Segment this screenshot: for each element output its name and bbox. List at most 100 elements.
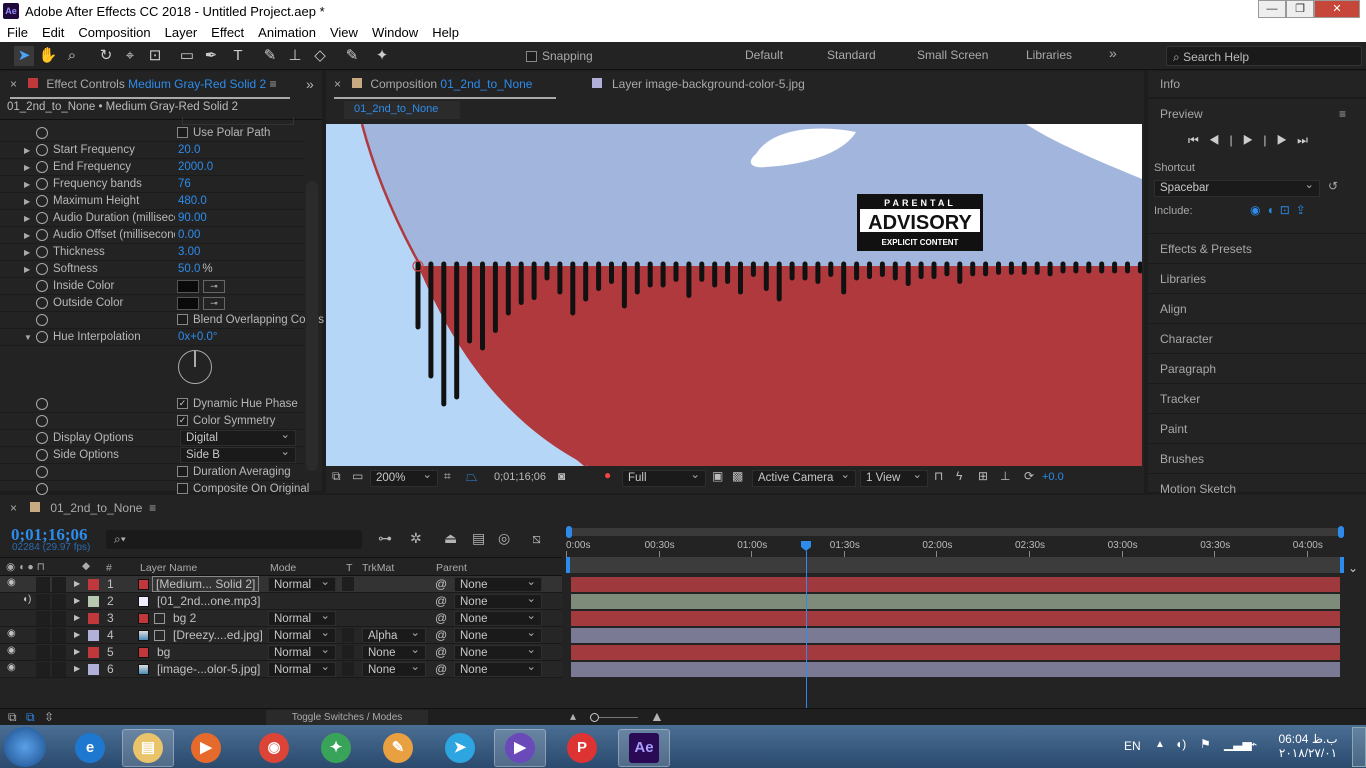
always-preview-icon[interactable]: ⧉: [332, 469, 341, 484]
panel-libraries[interactable]: Libraries: [1148, 264, 1366, 294]
taskbar-app-pitch[interactable]: P: [556, 729, 608, 767]
layer-label-color[interactable]: [88, 579, 99, 590]
stopwatch-icon[interactable]: [36, 483, 48, 495]
layer-name[interactable]: [Medium... Solid 2]: [151, 576, 260, 592]
flowchart-icon[interactable]: ⊥: [1000, 469, 1010, 483]
render-range[interactable]: [566, 557, 1344, 573]
panel-paint[interactable]: Paint: [1148, 414, 1366, 444]
expand-layer-triangle-icon[interactable]: ▶: [74, 579, 80, 588]
menu-view[interactable]: View: [323, 25, 365, 40]
effect-scrollbar[interactable]: [306, 181, 318, 471]
stopwatch-icon[interactable]: [36, 246, 48, 258]
parent-pickwhip-icon[interactable]: @: [435, 645, 447, 659]
zoom-slider[interactable]: [590, 713, 638, 722]
show-desktop-button[interactable]: [1352, 727, 1366, 767]
taskbar-app-telegram[interactable]: ➤: [434, 729, 486, 767]
exposure-reset-icon[interactable]: ⟳: [1024, 469, 1034, 483]
layer-label-color[interactable]: [88, 630, 99, 641]
stopwatch-icon[interactable]: [36, 331, 48, 343]
graph-editor-icon[interactable]: ⧅: [532, 530, 541, 547]
snapshot-icon[interactable]: ◙: [558, 469, 565, 483]
solo-switch[interactable]: [36, 594, 50, 609]
stopwatch-icon[interactable]: [36, 127, 48, 139]
comp-nav-subtab[interactable]: 01_2nd_to_None: [344, 101, 460, 119]
parent-select[interactable]: None: [454, 575, 542, 592]
zoom-out-icon[interactable]: ▴: [570, 709, 576, 723]
channel-icon[interactable]: ●: [604, 468, 611, 482]
taskbar-app-media-player[interactable]: ▶: [180, 729, 232, 767]
expand-triangle-icon[interactable]: ▶: [24, 197, 30, 206]
selection-tool-icon[interactable]: ➤: [14, 46, 34, 66]
eyedropper-icon[interactable]: ⊸: [203, 280, 225, 293]
expand-layer-triangle-icon[interactable]: ▶: [74, 613, 80, 622]
visibility-eye-icon[interactable]: ◉: [7, 577, 16, 588]
taskbar-app-after-effects[interactable]: Ae: [618, 729, 670, 767]
panel-brushes[interactable]: Brushes: [1148, 444, 1366, 474]
panel-motion-sketch[interactable]: Motion Sketch: [1148, 474, 1366, 496]
expand-triangle-icon[interactable]: ▶: [24, 163, 30, 172]
expand-triangle-icon[interactable]: ▶: [24, 248, 30, 257]
signal-icon[interactable]: ▁▃▅: [1224, 737, 1252, 751]
parent-select[interactable]: None: [454, 643, 542, 660]
expand-triangle-icon[interactable]: ▶: [24, 231, 30, 240]
preserve-transparency-switch[interactable]: [342, 628, 354, 642]
stopwatch-icon[interactable]: [36, 466, 48, 478]
pan-behind-tool-icon[interactable]: ⊡: [145, 46, 165, 66]
composition-viewer[interactable]: PARENTAL ADVISORY EXPLICIT CONTENT: [326, 124, 1142, 466]
property-select[interactable]: Side B: [180, 445, 296, 463]
parent-pickwhip-icon[interactable]: @: [435, 611, 447, 625]
tab-composition[interactable]: × Composition 01_2nd_to_None: [334, 77, 556, 99]
property-checkbox[interactable]: Use Polar Path: [177, 127, 270, 139]
eyedropper-icon[interactable]: ⊸: [203, 297, 225, 310]
parent-pickwhip-icon[interactable]: @: [435, 577, 447, 591]
property-checkbox[interactable]: ✓ Dynamic Hue Phase: [177, 398, 298, 410]
pen-tool-icon[interactable]: ✒: [201, 46, 221, 66]
rectangle-tool-icon[interactable]: ▭: [177, 46, 197, 66]
layer-name[interactable]: [01_2nd...one.mp3]: [157, 594, 260, 608]
comp-button-icon[interactable]: ⌄: [1348, 561, 1358, 575]
maximize-button[interactable]: ❐: [1286, 0, 1314, 18]
stopwatch-icon[interactable]: [36, 415, 48, 427]
solo-switch[interactable]: [36, 645, 50, 660]
taskbar-app-file-explorer[interactable]: ▤: [122, 729, 174, 767]
property-select[interactable]: Digital: [180, 428, 296, 446]
expand-triangle-icon[interactable]: ▶: [24, 265, 30, 274]
layer-row[interactable]: ▶ 3 bg 2 Normal @ None: [0, 609, 562, 627]
monitor-icon[interactable]: ▭: [352, 469, 363, 483]
lock-switch[interactable]: [52, 662, 66, 677]
clock[interactable]: 06:04 ب.ظ ۲۰۱۸/۲۷/۰۱: [1276, 732, 1340, 760]
tab-layer[interactable]: Layer image-background-color-5.jpg: [592, 77, 805, 91]
panel-align[interactable]: Align: [1148, 294, 1366, 324]
pixel-aspect-icon[interactable]: ⊓: [934, 469, 943, 483]
taskbar-app-chrome[interactable]: ◉: [248, 729, 300, 767]
parent-pickwhip-icon[interactable]: @: [435, 628, 447, 642]
zoom-tool-icon[interactable]: ⌕: [62, 46, 82, 66]
roto-brush-tool-icon[interactable]: ✎: [342, 46, 362, 66]
stopwatch-icon[interactable]: [36, 161, 48, 173]
parent-pickwhip-icon[interactable]: @: [435, 594, 447, 608]
time-ruler[interactable]: 0:00s 00:30s 01:00s 01:30s 02:00s 02:30s 03:00…: [566, 537, 1344, 557]
panel-effects-presets[interactable]: Effects & Presets: [1148, 234, 1366, 264]
stopwatch-icon[interactable]: [36, 280, 48, 292]
property-value[interactable]: 0.00: [178, 229, 200, 241]
menu-composition[interactable]: Composition: [71, 25, 157, 40]
expand-triangle-icon[interactable]: ▶: [24, 180, 30, 189]
parent-pickwhip-icon[interactable]: @: [435, 662, 447, 676]
collapse-triangle-icon[interactable]: ▼: [24, 333, 32, 342]
region-of-interest-icon[interactable]: ⌗: [444, 469, 451, 484]
tab-effect-controls[interactable]: × Effect Controls Medium Gray-Red Solid …: [10, 77, 290, 99]
property-value[interactable]: 480.0: [178, 195, 207, 207]
taskbar-app-internet-explorer[interactable]: e: [64, 729, 116, 767]
tab-timeline[interactable]: × 01_2nd_to_None ≡: [10, 501, 156, 515]
include-video-audio-icons[interactable]: ◉◖⊡⇪: [1250, 203, 1312, 217]
blend-mode-select[interactable]: Normal: [268, 575, 336, 592]
menu-window[interactable]: Window: [365, 25, 425, 40]
blend-mode-select[interactable]: Normal: [268, 660, 336, 677]
panel-menu-icon[interactable]: ≡: [1339, 107, 1346, 121]
transfer-controls-icon[interactable]: ⧉: [26, 710, 35, 725]
layer-duration-bar[interactable]: [571, 645, 1340, 660]
magnification-select[interactable]: 200%: [370, 468, 438, 487]
track-matte-select[interactable]: Alpha: [362, 626, 426, 643]
menu-layer[interactable]: Layer: [158, 25, 205, 40]
panel-character[interactable]: Character: [1148, 324, 1366, 354]
